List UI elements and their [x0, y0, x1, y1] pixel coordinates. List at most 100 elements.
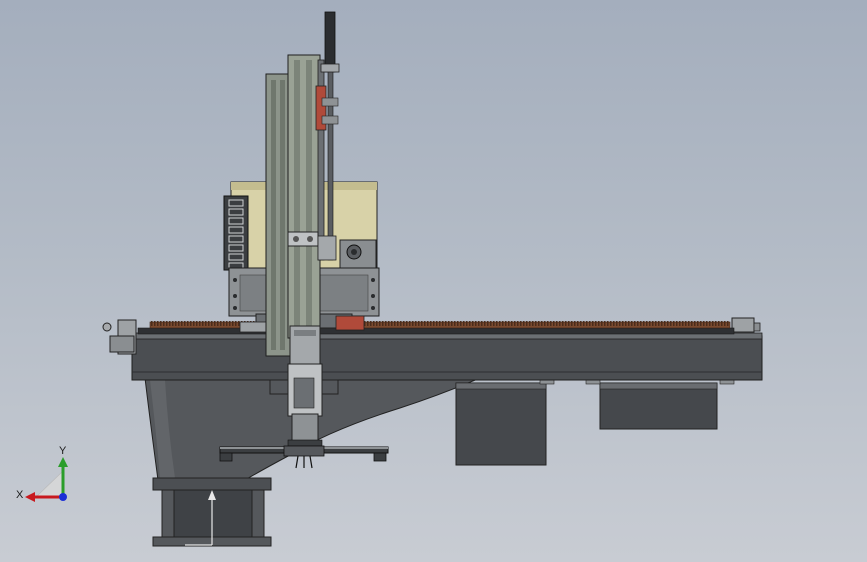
rack-tooth [637, 321, 639, 326]
rack-tooth [157, 321, 159, 326]
rack-tooth [721, 321, 723, 326]
screw-lower-bearing [317, 235, 337, 261]
rack-tooth [616, 321, 618, 326]
rack-tooth [661, 321, 663, 326]
rack-tooth [625, 321, 627, 326]
hanging-box-left [455, 382, 547, 466]
carriage-rail-block-left [239, 321, 267, 333]
rack-tooth [433, 321, 435, 326]
rack-tooth [160, 321, 162, 326]
linear-rail [137, 321, 735, 335]
rack-tooth [409, 321, 411, 326]
rack-tooth [154, 321, 156, 326]
carriage-rail-block-right [335, 315, 365, 331]
rack-tooth [604, 321, 606, 326]
rack-tooth [694, 321, 696, 326]
rack-tooth [412, 321, 414, 326]
rack-tooth [589, 321, 591, 326]
rack-tooth [169, 321, 171, 326]
rack-tooth [541, 321, 543, 326]
rack-tooth [526, 321, 528, 326]
gripper-center [283, 445, 325, 457]
rack-tooth [508, 321, 510, 326]
rack-tooth [538, 321, 540, 326]
rack-tooth [418, 321, 420, 326]
rack-tooth [388, 321, 390, 326]
rack-tooth [496, 321, 498, 326]
rack-tooth [643, 321, 645, 326]
rack-tooth [196, 321, 198, 326]
hanging-box-left-top [455, 382, 547, 390]
rack-tooth [697, 321, 699, 326]
screw-bracket [321, 115, 339, 125]
rack-tooth [484, 321, 486, 326]
rack-tooth [703, 321, 705, 326]
end-block-right [731, 317, 755, 333]
rack-tooth [379, 321, 381, 326]
rack-tooth [151, 321, 153, 326]
z-column-left [265, 73, 291, 357]
z-column-main-groove [306, 60, 312, 332]
y-axis-arrowhead-icon [58, 457, 68, 467]
rack-tooth [229, 321, 231, 326]
rack-tooth [613, 321, 615, 326]
end-knob-icon [102, 322, 112, 332]
rack-tooth [445, 321, 447, 326]
rack-tooth [619, 321, 621, 326]
axis-triad: Y X [16, 445, 68, 502]
rack-tooth [214, 321, 216, 326]
rack-tooth [406, 321, 408, 326]
rack-tooth [709, 321, 711, 326]
rack-tooth [499, 321, 501, 326]
rack-tooth [706, 321, 708, 326]
rack-tooth [622, 321, 624, 326]
rack-tooth [601, 321, 603, 326]
cad-viewport[interactable]: Y X [0, 0, 867, 562]
rack-tooth [217, 321, 219, 326]
rack-tooth [628, 321, 630, 326]
spindle-motor-core [293, 377, 315, 409]
rack-tooth [592, 321, 594, 326]
rack-tooth [208, 321, 210, 326]
rack-tooth [493, 321, 495, 326]
rack-tooth [598, 321, 600, 326]
ball-screw-top [324, 11, 336, 73]
rack-tooth [193, 321, 195, 326]
rack-tooth [487, 321, 489, 326]
bolt-icon [371, 278, 375, 282]
rack-tooth [673, 321, 675, 326]
rack-tooth [400, 321, 402, 326]
rail-base [137, 327, 735, 335]
bolt-icon [371, 294, 375, 298]
rack-tooth [184, 321, 186, 326]
rack-tooth [517, 321, 519, 326]
pedestal-column-flange [251, 489, 265, 539]
z-column-main-groove [294, 60, 300, 332]
rack-tooth [532, 321, 534, 326]
z-axis-dot-icon [59, 493, 67, 501]
rack-tooth [520, 321, 522, 326]
rack-tooth [427, 321, 429, 326]
rack-tooth [505, 321, 507, 326]
rack-tooth [436, 321, 438, 326]
beam-body [131, 335, 763, 381]
rack-tooth [679, 321, 681, 326]
hanging-box-right-top [599, 382, 718, 390]
screw-nut [320, 63, 340, 73]
rack-tooth [190, 321, 192, 326]
rack-tooth [430, 321, 432, 326]
beam-end-block-left [109, 335, 135, 353]
gripper-end-right [373, 452, 387, 462]
rack-tooth [451, 321, 453, 326]
rack-tooth [457, 321, 459, 326]
rack-tooth [481, 321, 483, 326]
clamp-bolt-icon [293, 236, 299, 242]
motor-shaft-center-icon [351, 249, 357, 255]
rack-tooth [715, 321, 717, 326]
rack-tooth [442, 321, 444, 326]
rack-tooth [571, 321, 573, 326]
rack-tooth [550, 321, 552, 326]
end-stub-right [753, 322, 761, 332]
rack-tooth [700, 321, 702, 326]
rack-tooth [562, 321, 564, 326]
